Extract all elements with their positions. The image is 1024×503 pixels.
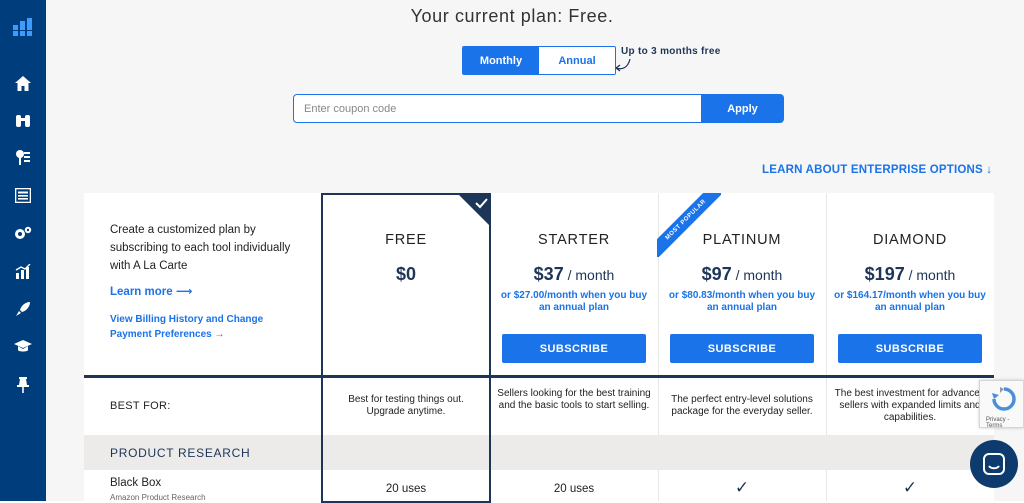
annual-offer-diamond: or $164.17/month when you buy an annual … [834,290,986,313]
best-for-diamond: The best investment for advanced sellers… [834,388,986,423]
price-period: / month [904,267,956,283]
listing-icon[interactable] [12,184,34,206]
billing-toggle: Monthly Annual [462,46,616,75]
promo-text: Up to 3 months free [621,46,721,57]
apply-button[interactable]: Apply [701,94,784,123]
plan-name-diamond: DIAMOND [872,232,948,248]
keyword-icon[interactable] [12,146,34,168]
sidebar [0,0,46,501]
monthly-toggle[interactable]: Monthly [463,47,539,74]
chart-icon[interactable] [12,260,34,282]
annual-offer-starter: or $27.00/month when you buy an annual p… [500,290,648,313]
plan-price-platinum: $97 / month [658,264,826,285]
learn-more-link[interactable]: Learn more ⟶ [110,284,192,298]
price-period: / month [563,267,615,283]
price-amount: $97 [701,264,732,284]
page-title: Your current plan: Free. [410,6,614,26]
gears-icon[interactable] [12,222,34,244]
enterprise-options-link[interactable]: LEARN ABOUT ENTERPRISE OPTIONS ↓ [762,164,992,176]
table-divider [84,375,994,378]
plan-price-starter: $37 / month [490,264,658,285]
price-amount: $197 [864,264,905,284]
check-icon: ✓ [902,478,918,497]
best-for-platinum: The perfect entry-level solutions packag… [671,394,813,417]
a-la-carte-intro: Create a customized plan by subscribing … [110,224,291,272]
feature-cell-starter: 20 uses [553,483,595,495]
feature-row-title: Black Box [110,477,162,489]
recaptcha-icon [992,387,1016,411]
chat-icon [983,453,1005,475]
current-plan-highlight [321,193,491,503]
home-icon[interactable] [12,72,34,94]
curved-arrow-icon [615,58,631,72]
plan-price-diamond: $197 / month [826,264,994,285]
subscribe-platinum-button[interactable]: SUBSCRIBE [670,334,814,363]
best-for-label: BEST FOR: [110,400,171,412]
rocket-icon[interactable] [12,298,34,320]
most-popular-badge: MOST POPULAR [657,193,721,257]
graduation-cap-icon[interactable] [12,336,34,358]
plan-name-starter: STARTER [538,232,610,248]
coupon-input[interactable]: Enter coupon code [293,94,702,123]
best-for-starter: Sellers looking for the best training an… [497,388,651,411]
subscribe-diamond-button[interactable]: SUBSCRIBE [838,334,982,363]
price-period: / month [731,267,783,283]
chat-button[interactable] [970,440,1018,488]
section-label: PRODUCT RESEARCH [110,446,251,460]
recaptcha-privacy-terms[interactable]: Privacy - Terms [986,417,1024,429]
most-popular-ribbon: MOST POPULAR [657,193,721,257]
annual-toggle[interactable]: Annual [539,47,615,74]
price-amount: $37 [533,264,564,284]
current-plan-corner [457,193,491,227]
annual-offer-platinum: or $80.83/month when you buy an annual p… [668,290,816,313]
check-icon: ✓ [734,478,750,497]
billing-history-link[interactable]: View Billing History and Change Payment … [110,312,300,342]
pin-icon[interactable] [12,374,34,396]
binoculars-icon[interactable] [12,109,34,131]
subscribe-starter-button[interactable]: SUBSCRIBE [502,334,646,363]
